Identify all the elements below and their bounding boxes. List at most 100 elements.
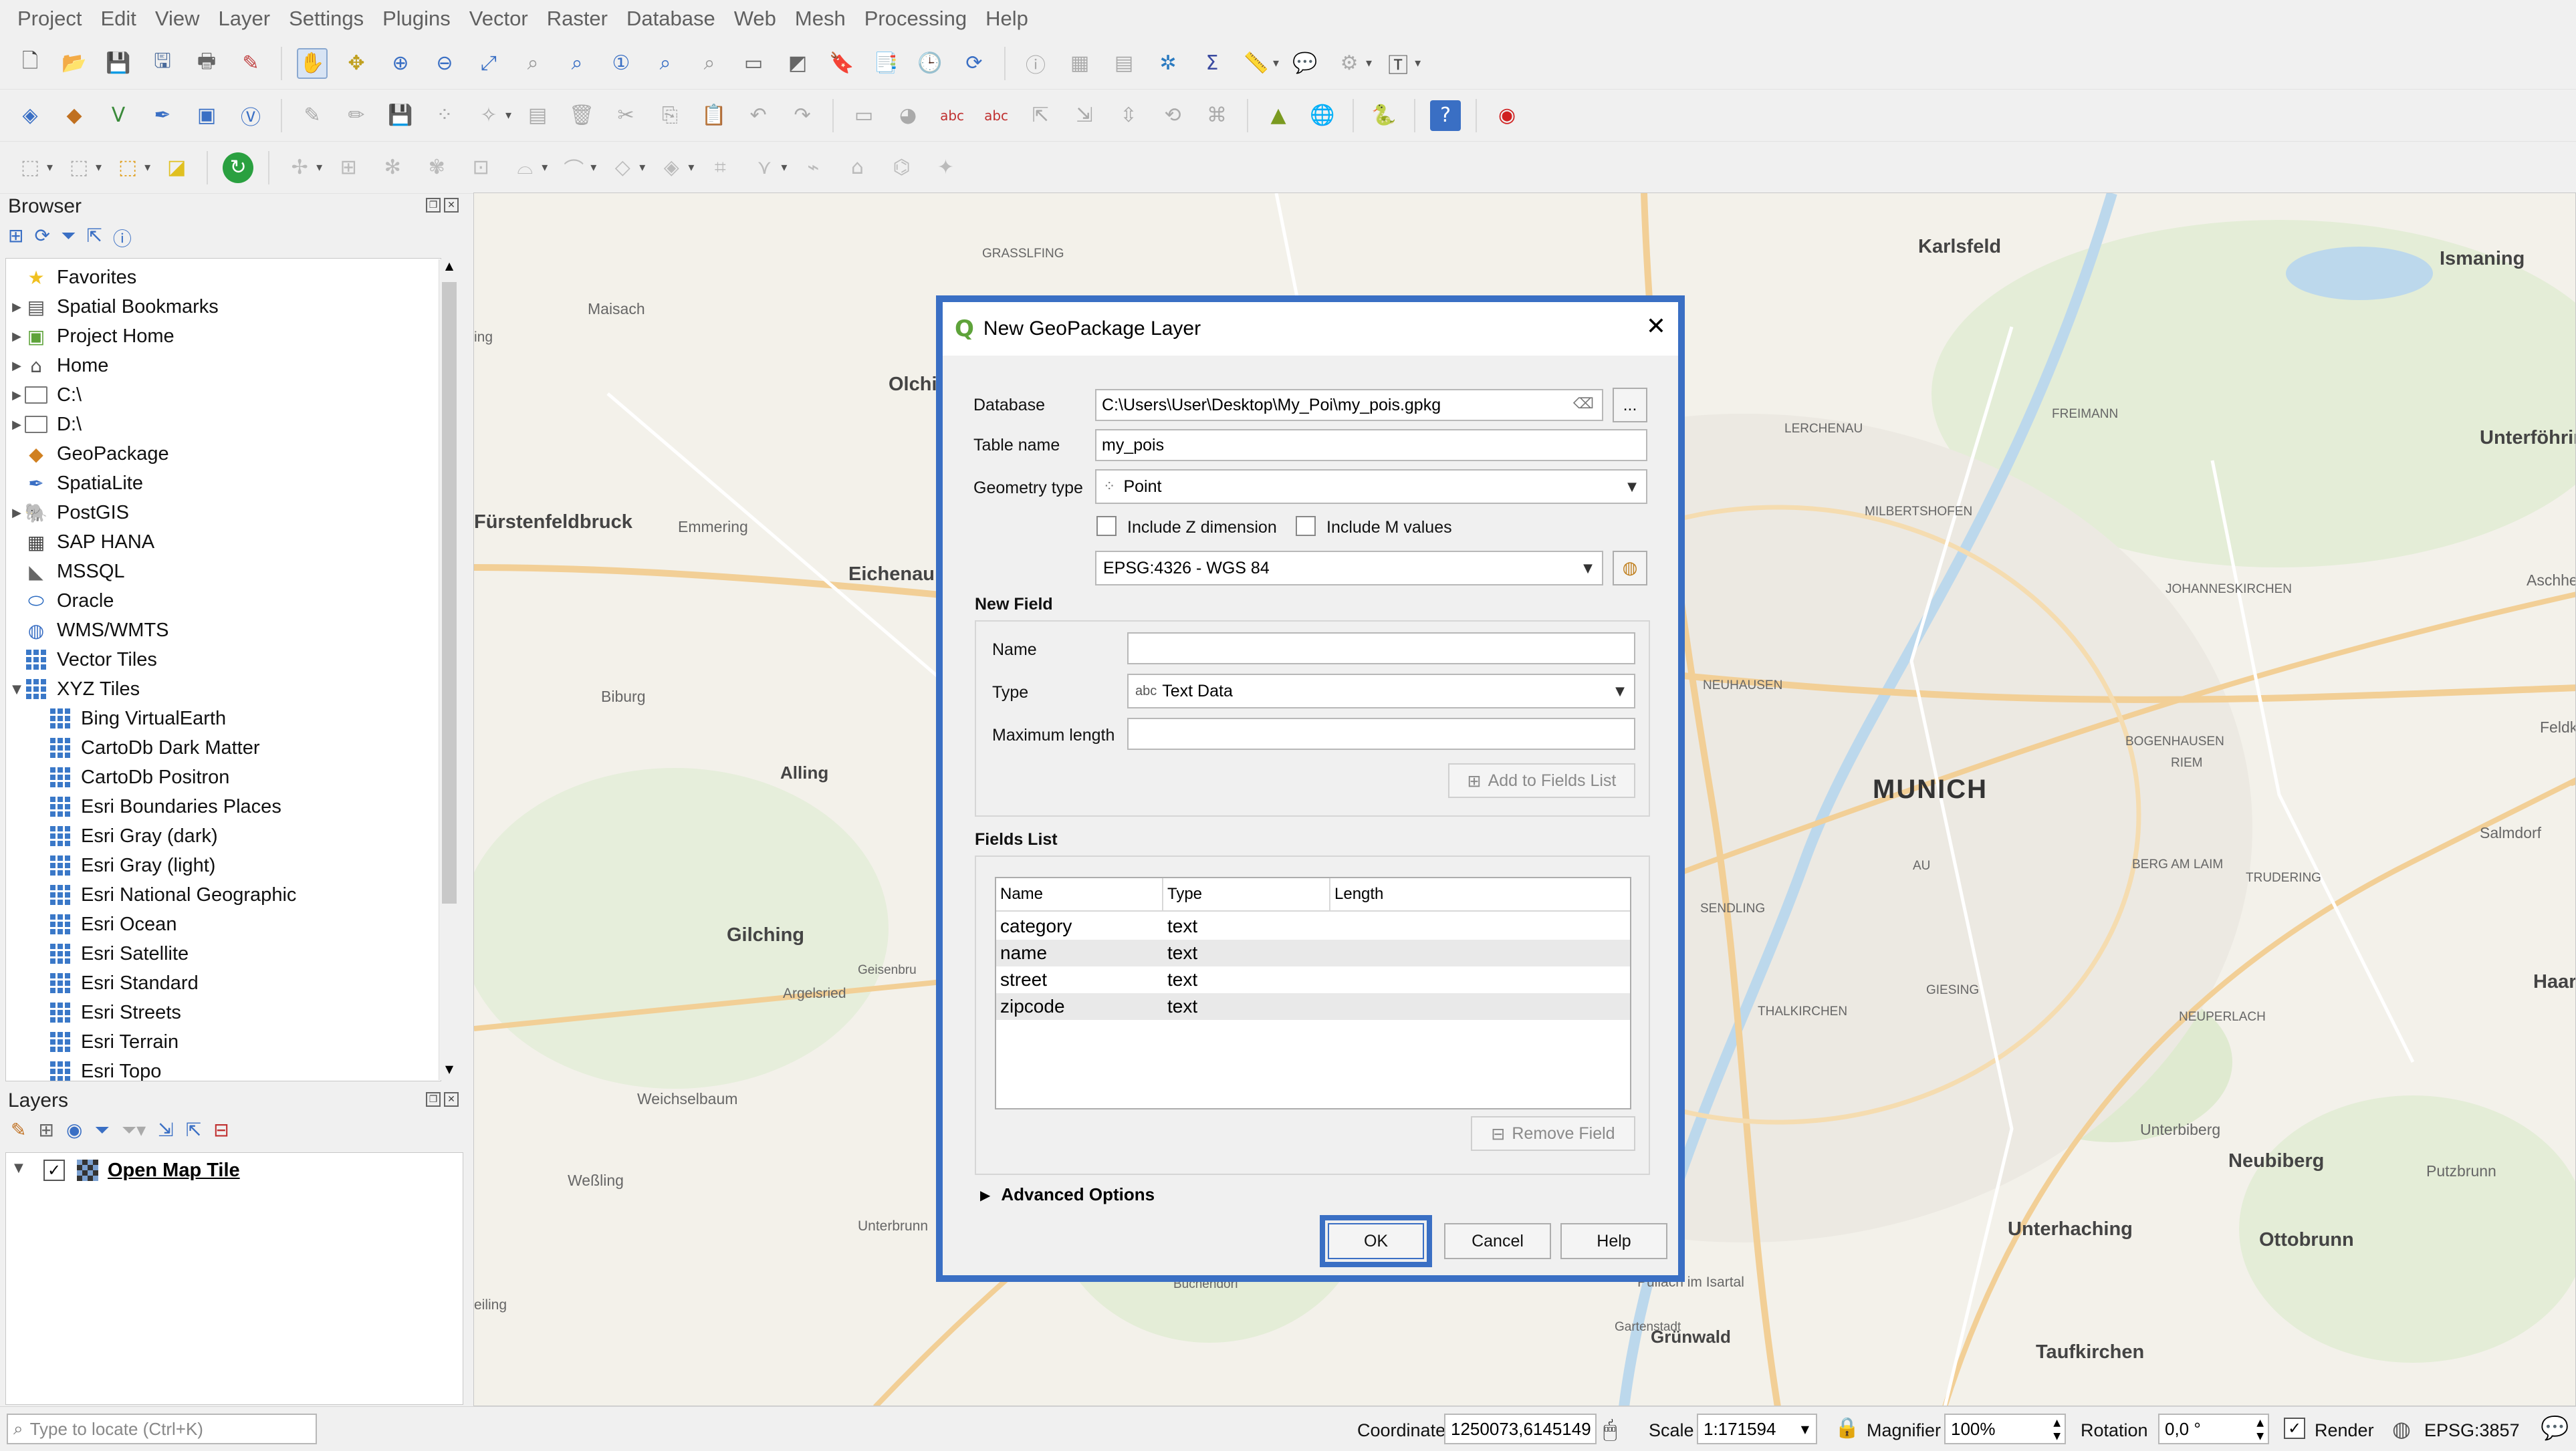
pan-icon[interactable]: ✋	[297, 47, 328, 79]
layers-tree[interactable]: ▼ ✓ Open Map Tile	[5, 1152, 463, 1405]
browser-item-esri-satellite[interactable]: Esri Satellite	[34, 939, 189, 968]
table-row[interactable]: category text	[996, 913, 1630, 940]
advanced-options-toggle[interactable]: ▶ Advanced Options	[980, 1184, 1155, 1205]
text-annotation-icon[interactable]: 🅃	[1383, 48, 1413, 79]
chevron-down-icon[interactable]: ▾	[1273, 56, 1279, 70]
collapse-all-icon[interactable]: ⇱	[86, 225, 102, 251]
chevron-down-icon[interactable]: ▾	[542, 160, 548, 174]
browser-item-project-home[interactable]: ▶ ▣ Project Home	[10, 321, 174, 351]
coordinate-input[interactable]: 1250073,6145149	[1444, 1414, 1597, 1444]
scrollbar-thumb[interactable]	[442, 282, 457, 904]
undo-icon[interactable]: ↶	[743, 100, 774, 131]
browser-item-geopackage[interactable]: ◆ GeoPackage	[10, 439, 168, 469]
processing-toolbox-icon[interactable]: ✲	[1153, 48, 1183, 79]
new-project-icon[interactable]: 🗋	[15, 48, 45, 79]
simplify-icon[interactable]: ✾	[421, 152, 452, 183]
menu-processing[interactable]: Processing	[855, 7, 976, 31]
new-virtual-layer-icon[interactable]: Ⓥ	[235, 100, 266, 131]
scale-select[interactable]: 1:171594 ▼	[1697, 1414, 1817, 1444]
chevron-right-icon[interactable]: ▶	[10, 300, 23, 314]
expand-all-icon[interactable]: ⇲	[158, 1119, 173, 1142]
chevron-right-icon[interactable]: ▶	[10, 329, 23, 344]
chevron-down-icon[interactable]: ▼	[14, 1161, 23, 1175]
browser-item-home[interactable]: ▶ ⌂ Home	[10, 351, 108, 380]
modify-attributes-icon[interactable]: ▤	[522, 100, 553, 131]
table-name-input[interactable]: my_pois	[1095, 429, 1647, 461]
table-row[interactable]: name text	[996, 940, 1630, 966]
browser-item-cartodb-dark-matter[interactable]: CartoDb Dark Matter	[34, 733, 260, 763]
open-project-icon[interactable]: 📂	[59, 48, 90, 79]
paste-features-icon[interactable]: 📋	[699, 100, 729, 131]
mouse-coordinate-icon[interactable]: 🖱	[1603, 1416, 1617, 1443]
menu-mesh[interactable]: Mesh	[786, 7, 855, 31]
column-header-type[interactable]: Type	[1163, 878, 1330, 912]
help-icon[interactable]: ?	[1430, 100, 1461, 131]
style-manager-icon[interactable]: ✎	[235, 48, 266, 79]
show-hide-labels-icon[interactable]: ⇲	[1069, 100, 1100, 131]
refresh-icon[interactable]: ⟳	[959, 48, 989, 79]
include-z-checkbox[interactable]	[1096, 516, 1117, 536]
browser-scrollbar[interactable]: ▲ ▼	[439, 259, 459, 1080]
split-parts-icon[interactable]: ⌂	[842, 152, 872, 183]
chevron-right-icon[interactable]: ▶	[10, 418, 23, 432]
chevron-right-icon[interactable]: ▶	[10, 506, 23, 520]
browser-item-sap-hana[interactable]: ▦ SAP HANA	[10, 527, 154, 557]
browser-item-spatialite[interactable]: ✒ SpatiaLite	[10, 469, 143, 498]
menu-database[interactable]: Database	[617, 7, 725, 31]
current-edits-icon[interactable]: ✏	[341, 100, 372, 131]
messages-icon[interactable]: 💬	[2541, 1415, 2569, 1442]
advanced-digitize-icon[interactable]: ⊞	[333, 152, 364, 183]
render-checkbox[interactable]: ✓	[2284, 1418, 2305, 1439]
new-3d-view-icon[interactable]: ◩	[782, 48, 813, 79]
open-field-calculator-icon[interactable]: ▤	[1108, 48, 1139, 79]
rotate-feature-icon[interactable]: ✻	[377, 152, 408, 183]
save-project-icon[interactable]: 💾	[103, 48, 134, 79]
menu-project[interactable]: Project	[8, 7, 91, 31]
filter-legend-icon[interactable]: ⏷	[94, 1119, 109, 1142]
digitize-icon[interactable]: ✢	[284, 152, 315, 183]
reshape-icon[interactable]: ⌗	[705, 152, 735, 183]
browse-button[interactable]: ...	[1613, 388, 1647, 422]
chevron-down-icon[interactable]: ▾	[47, 160, 53, 174]
delete-part-icon[interactable]: ◈	[656, 152, 687, 183]
layer-visibility-checkbox[interactable]: ✓	[43, 1160, 65, 1181]
chevron-right-icon[interactable]: ▶	[10, 388, 23, 402]
chevron-down-icon[interactable]: ▾	[688, 160, 694, 174]
new-temporary-layer-icon[interactable]: ▣	[191, 100, 222, 131]
close-panel-icon[interactable]: ✕	[444, 198, 459, 213]
browser-item-esri-gray-light[interactable]: Esri Gray (light)	[34, 851, 215, 880]
menu-vector[interactable]: Vector	[460, 7, 538, 31]
add-part-icon[interactable]: ⌓	[509, 152, 540, 183]
add-selected-layers-icon[interactable]: ⊞	[8, 225, 23, 251]
browser-item-esri-national-geographic[interactable]: Esri National Geographic	[34, 880, 296, 910]
browser-item-vector-tiles[interactable]: Vector Tiles	[10, 645, 157, 674]
style-layer-icon[interactable]: ✎	[11, 1119, 26, 1142]
toggle-editing-icon[interactable]: ✎	[297, 100, 328, 131]
browser-item-xyz-tiles[interactable]: ▼ XYZ Tiles	[10, 674, 140, 704]
scroll-down-icon[interactable]: ▼	[439, 1063, 459, 1080]
layer-name[interactable]: Open Map Tile	[108, 1160, 240, 1182]
browser-item-esri-ocean[interactable]: Esri Ocean	[34, 910, 177, 939]
temporal-controller-icon[interactable]: 🕒	[915, 48, 945, 79]
label-highlight-icon[interactable]: abc	[981, 100, 1012, 131]
deselect-all-icon[interactable]: ⬚	[112, 152, 143, 183]
offset-curve-icon[interactable]: ⋎	[749, 152, 780, 183]
fill-ring-icon[interactable]: ⌒	[558, 152, 589, 183]
max-length-input[interactable]	[1127, 718, 1635, 750]
zoom-in-icon[interactable]: ⊕	[385, 48, 416, 79]
cancel-button[interactable]: Cancel	[1444, 1223, 1551, 1259]
map-tips-icon[interactable]: 💬	[1290, 48, 1320, 79]
browser-item-wms-wmts[interactable]: ◍ WMS/WMTS	[10, 616, 169, 645]
zoom-selection-icon[interactable]: ⌕	[517, 48, 548, 79]
collapse-all-icon[interactable]: ⇱	[186, 1119, 201, 1142]
rotation-spinbox[interactable]: 0,0 ° ▲ ▼	[2158, 1414, 2269, 1444]
browser-item-esri-streets[interactable]: Esri Streets	[34, 998, 181, 1027]
new-map-view-icon[interactable]: ▭	[738, 48, 769, 79]
field-name-input[interactable]	[1127, 632, 1635, 664]
menu-edit[interactable]: Edit	[91, 7, 145, 31]
data-source-manager-icon[interactable]: ◈	[15, 100, 45, 131]
magnifier-spinbox[interactable]: 100% ▲ ▼	[1944, 1414, 2066, 1444]
lock-scale-icon[interactable]: 🔒	[1835, 1416, 1859, 1440]
share-icon[interactable]: ↻	[223, 152, 254, 183]
label-tool-icon[interactable]: ▭	[848, 100, 879, 131]
